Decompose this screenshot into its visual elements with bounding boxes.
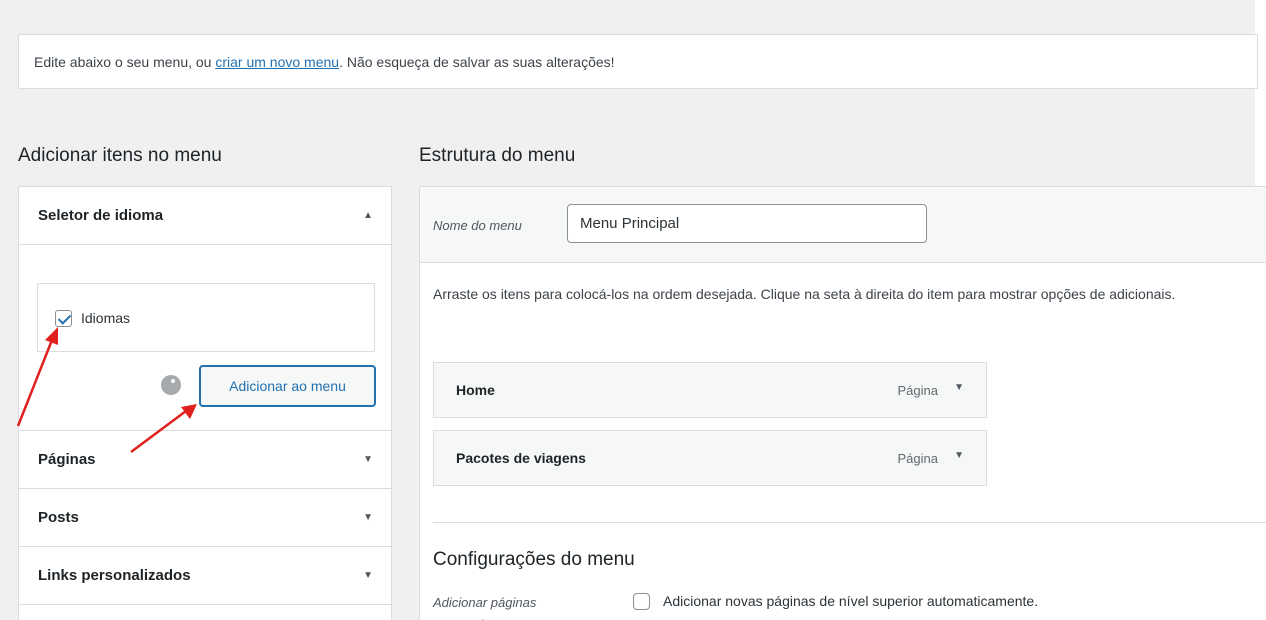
section-language-switcher[interactable]: Seletor de idioma ▲ — [19, 187, 391, 245]
triangle-up-icon: ▲ — [363, 210, 373, 221]
add-to-menu-button[interactable]: Adicionar ao menu — [200, 366, 375, 406]
languages-checkbox-label[interactable]: Idiomas — [81, 310, 130, 326]
section-title: Posts — [38, 509, 79, 526]
section-title: Seletor de idioma — [38, 207, 164, 224]
add-items-heading: Adicionar itens no menu — [18, 145, 222, 166]
auto-add-pages-checkbox[interactable] — [633, 593, 650, 610]
spinner-icon — [161, 375, 181, 395]
menu-structure-heading: Estrutura do menu — [419, 145, 576, 166]
section-title: Links personalizados — [38, 567, 191, 584]
menu-item-title: Home — [456, 382, 495, 398]
add-menu-items-accordion: Seletor de idioma ▲ Idiomas Adicionar ao… — [18, 186, 392, 620]
menu-name-row: Nome do menu Menu Principal — [420, 187, 1266, 263]
menu-management-panel: Nome do menu Menu Principal Arraste os i… — [419, 186, 1266, 620]
menu-name-input[interactable]: Menu Principal — [567, 204, 927, 243]
menu-settings-title: Configurações do menu — [433, 549, 635, 570]
language-checklist: Idiomas — [37, 283, 375, 352]
triangle-down-icon[interactable]: ▼ — [954, 450, 964, 461]
section-posts[interactable]: Posts ▼ — [19, 489, 391, 547]
auto-add-pages-option[interactable]: Adicionar novas páginas de nível superio… — [663, 593, 1038, 609]
menu-name-label: Nome do menu — [433, 218, 522, 233]
triangle-down-icon[interactable]: ▼ — [954, 382, 964, 393]
menu-item-type: Página — [897, 451, 938, 466]
menu-item-title: Pacotes de viagens — [456, 450, 586, 466]
language-switcher-panel: Idiomas Adicionar ao menu — [19, 245, 391, 431]
drag-instructions: Arraste os itens para colocá-los na orde… — [433, 286, 1176, 302]
section-title: Páginas — [38, 451, 96, 468]
triangle-down-icon: ▼ — [363, 570, 373, 581]
menu-item-home[interactable]: Home Página ▼ — [433, 362, 987, 418]
create-new-menu-link[interactable]: criar um novo menu — [215, 54, 339, 70]
menu-item-travel-packages[interactable]: Pacotes de viagens Página ▼ — [433, 430, 987, 486]
menus-screen: Edite abaixo o seu menu, ou criar um nov… — [0, 0, 1266, 620]
section-custom-links[interactable]: Links personalizados ▼ — [19, 547, 391, 605]
notice-text-before: Edite abaixo o seu menu, ou — [34, 54, 216, 70]
triangle-down-icon: ▼ — [363, 454, 373, 465]
section-pages[interactable]: Páginas ▼ — [19, 431, 391, 489]
auto-add-pages-label: Adicionar páginas automaticamente — [433, 595, 537, 620]
notice-text-after: . Não esqueça de salvar as suas alteraçõ… — [339, 54, 615, 70]
edit-menu-notice: Edite abaixo o seu menu, ou criar um nov… — [18, 34, 1258, 89]
menu-item-type: Página — [897, 383, 938, 398]
settings-divider — [433, 522, 1266, 523]
languages-checkbox[interactable] — [55, 310, 72, 327]
triangle-down-icon: ▼ — [363, 512, 373, 523]
